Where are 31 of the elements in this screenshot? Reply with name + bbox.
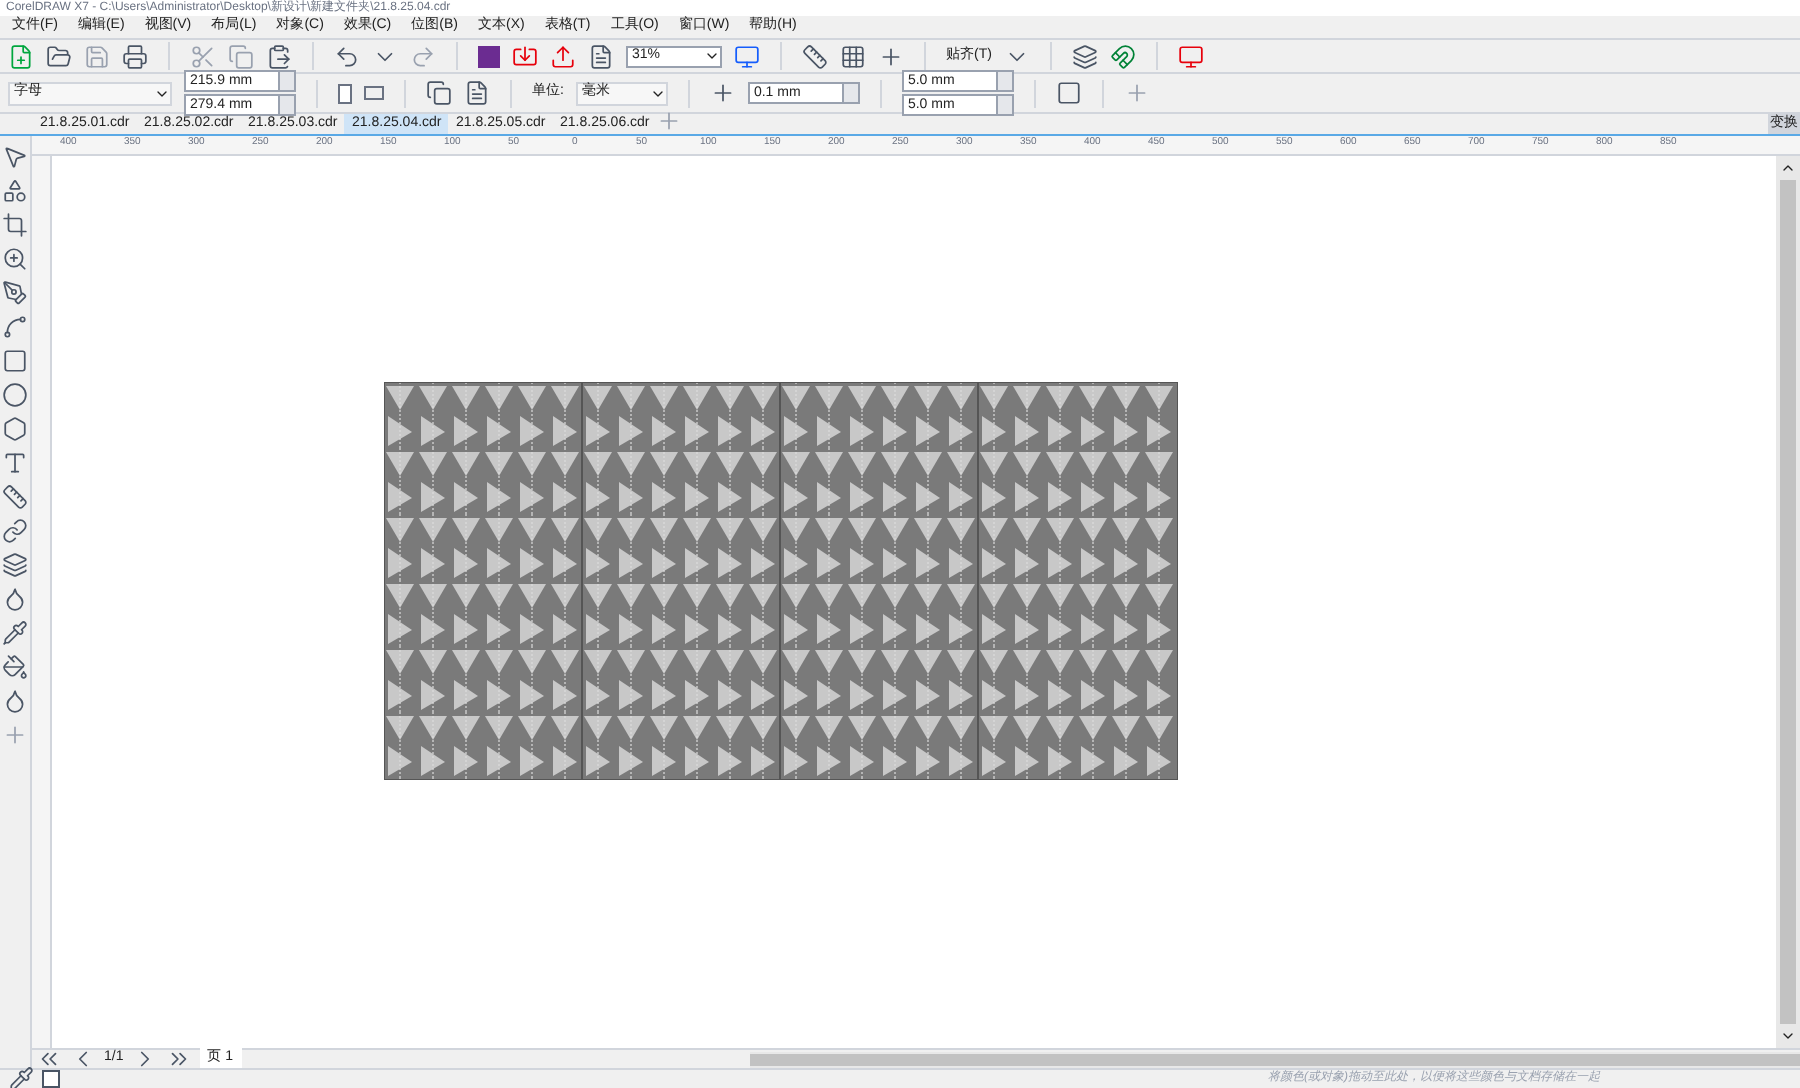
rulers-icon[interactable]: [802, 43, 828, 69]
paste-icon[interactable]: [266, 43, 292, 69]
eyedropper-icon[interactable]: [8, 1066, 34, 1088]
polygon-tool-icon[interactable]: [2, 416, 28, 442]
shape-tool-icon[interactable]: [2, 178, 28, 204]
pick-tool-icon[interactable]: [2, 144, 28, 170]
import-icon[interactable]: [512, 43, 538, 69]
horizontal-scrollbar[interactable]: [749, 1051, 1800, 1067]
eyedropper-icon[interactable]: [2, 620, 28, 646]
scroll-down-icon[interactable]: [1780, 1028, 1796, 1044]
dropdown-caret-icon: [704, 48, 720, 64]
zoom-tool-icon[interactable]: [2, 246, 28, 272]
new-file-icon[interactable]: [8, 43, 34, 69]
connector-tool-icon[interactable]: [2, 518, 28, 544]
print-icon[interactable]: [122, 43, 148, 69]
dimension-tool-icon[interactable]: [2, 484, 28, 510]
fill-tool-icon[interactable]: [2, 654, 28, 680]
grid-icon[interactable]: [840, 43, 866, 69]
landscape-icon[interactable]: [364, 86, 384, 100]
ellipse-tool-icon[interactable]: [2, 382, 28, 408]
scroll-up-icon[interactable]: [1780, 160, 1796, 176]
crop-tool-icon[interactable]: [2, 212, 28, 238]
undo-icon[interactable]: [334, 43, 360, 69]
no-color-swatch[interactable]: [42, 1070, 60, 1088]
portrait-icon[interactable]: [338, 83, 352, 103]
snap-icon[interactable]: [1109, 43, 1136, 69]
export-icon[interactable]: [550, 43, 576, 69]
vertical-scrollbar[interactable]: [1776, 156, 1800, 1048]
open-folder-icon[interactable]: [46, 43, 72, 69]
text-tool-icon[interactable]: [2, 450, 28, 476]
rectangle-tool-icon[interactable]: [2, 348, 28, 374]
